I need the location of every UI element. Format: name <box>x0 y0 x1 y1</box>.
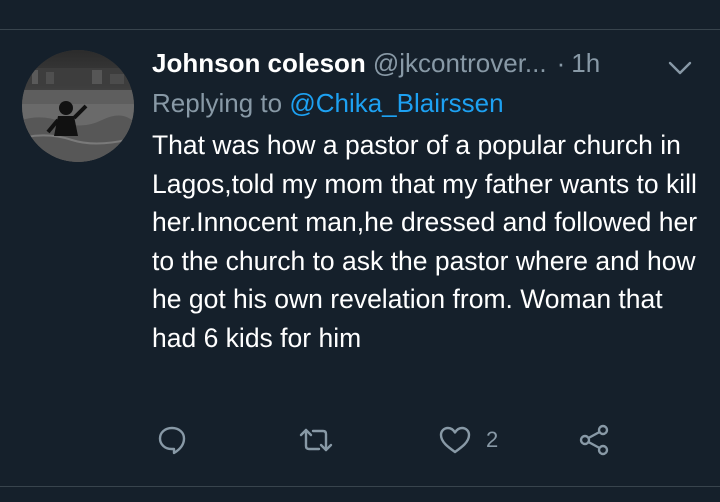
tweet-card[interactable]: Johnson coleson @jkcontrover... · 1h Rep… <box>0 0 720 502</box>
replying-to: Replying to @Chika_Blairssen <box>152 88 708 124</box>
tweet-header: Johnson coleson @jkcontrover... · 1h <box>152 48 708 86</box>
share-icon <box>579 424 609 456</box>
tweet-actions: 2 <box>0 424 720 464</box>
replying-to-handle[interactable]: @Chika_Blairssen <box>289 88 503 118</box>
like-button[interactable]: 2 <box>438 424 498 456</box>
avatar[interactable] <box>22 50 134 162</box>
retweet-button[interactable] <box>298 424 334 456</box>
retweet-icon <box>299 428 333 452</box>
timestamp[interactable]: 1h <box>571 48 600 79</box>
heart-icon <box>439 426 471 454</box>
display-name[interactable]: Johnson coleson <box>152 48 366 79</box>
tweet-text: That was how a pastor of a popular churc… <box>152 130 698 353</box>
comment-bubble-icon <box>158 426 186 455</box>
separator-dot: · <box>556 48 566 78</box>
tweet-content: Johnson coleson @jkcontrover... · 1h Rep… <box>152 48 708 357</box>
share-button[interactable] <box>578 424 610 456</box>
reply-button[interactable] <box>156 424 188 456</box>
top-divider <box>0 29 720 30</box>
bottom-divider <box>0 486 720 487</box>
replying-to-label: Replying to <box>152 88 283 118</box>
avatar-photo <box>22 50 134 162</box>
chevron-down-icon[interactable] <box>666 56 694 80</box>
like-count: 2 <box>486 427 499 452</box>
user-handle[interactable]: @jkcontrover... <box>373 48 547 79</box>
